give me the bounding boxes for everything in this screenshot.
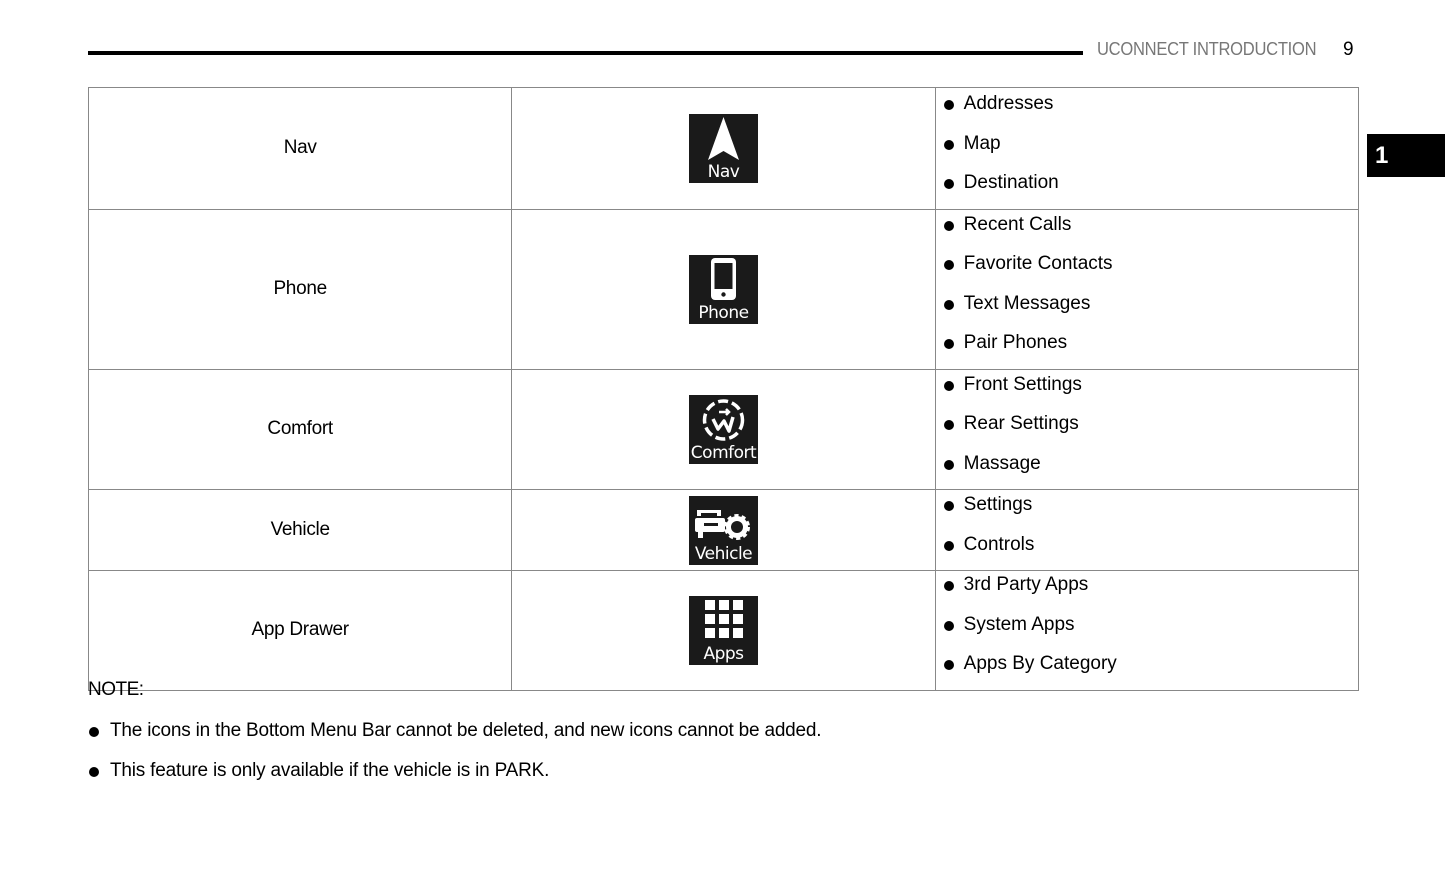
note-item: This feature is only available if the ve… (88, 758, 821, 798)
row-name: Vehicle (87, 489, 513, 571)
feature-list: Settings Controls (936, 490, 1358, 570)
comfort-seat-icon: Comfort (688, 394, 758, 464)
table-row: Phone Phone Recent Calls Favorite Contac… (87, 208, 1360, 370)
list-item: Recent Calls (943, 211, 1358, 251)
chapter-tab[interactable]: 1 (1367, 134, 1445, 177)
app-grid-icon: Apps (688, 595, 758, 665)
feature-list: Addresses Map Destination (936, 88, 1358, 209)
table-row: Vehicle Vehicle Settings Controls (87, 489, 1360, 571)
icon-label: Apps (703, 643, 744, 664)
row-name: Nav (87, 87, 513, 210)
list-item: Controls (943, 531, 1358, 571)
list-item: Apps By Category (943, 650, 1358, 690)
list-item: 3rd Party Apps (943, 571, 1358, 611)
table-row: App Drawer Apps 3rd Party Apps System Ap… (87, 570, 1360, 691)
list-item: Addresses (943, 90, 1358, 130)
list-item: Favorite Contacts (943, 250, 1358, 290)
list-item: System Apps (943, 611, 1358, 651)
table-row: Nav Nav Addresses Map Destination (87, 87, 1360, 210)
vehicle-gear-icon: Vehicle (688, 495, 758, 565)
bottom-menu-table: Nav Nav Addresses Map Destination Phone (87, 87, 1360, 691)
list-item: Front Settings (943, 371, 1358, 411)
list-item: Text Messages (943, 290, 1358, 330)
nav-arrow-icon: Nav (688, 113, 758, 183)
list-item: Settings (943, 491, 1358, 531)
row-name: Comfort (87, 368, 513, 490)
row-name: App Drawer (87, 570, 513, 691)
section-title: UCONNECT INTRODUCTION (1097, 39, 1317, 59)
icon-label: Nav (707, 161, 740, 182)
smartphone-icon: Phone (688, 254, 758, 324)
list-item: Map (943, 130, 1358, 170)
icon-label: Comfort (690, 442, 757, 463)
header-rule (88, 51, 1083, 55)
feature-list: 3rd Party Apps System Apps Apps By Categ… (936, 571, 1358, 690)
page-number: 9 (1343, 39, 1354, 60)
list-item: Pair Phones (943, 329, 1358, 369)
note-list: The icons in the Bottom Menu Bar cannot … (88, 718, 822, 798)
list-item: Destination (943, 169, 1358, 209)
feature-list: Front Settings Rear Settings Massage (936, 370, 1358, 490)
table-row: Comfort Comfort Front Settings Rear Sett… (87, 368, 1360, 490)
list-item: Massage (943, 450, 1358, 490)
note-title: NOTE: (88, 679, 144, 700)
icon-label: Phone (698, 302, 749, 323)
icon-label: Vehicle (694, 543, 753, 564)
note-item: The icons in the Bottom Menu Bar cannot … (88, 718, 822, 758)
list-item: Rear Settings (943, 410, 1358, 450)
feature-list: Recent Calls Favorite Contacts Text Mess… (936, 210, 1358, 369)
row-name: Phone (87, 208, 513, 370)
